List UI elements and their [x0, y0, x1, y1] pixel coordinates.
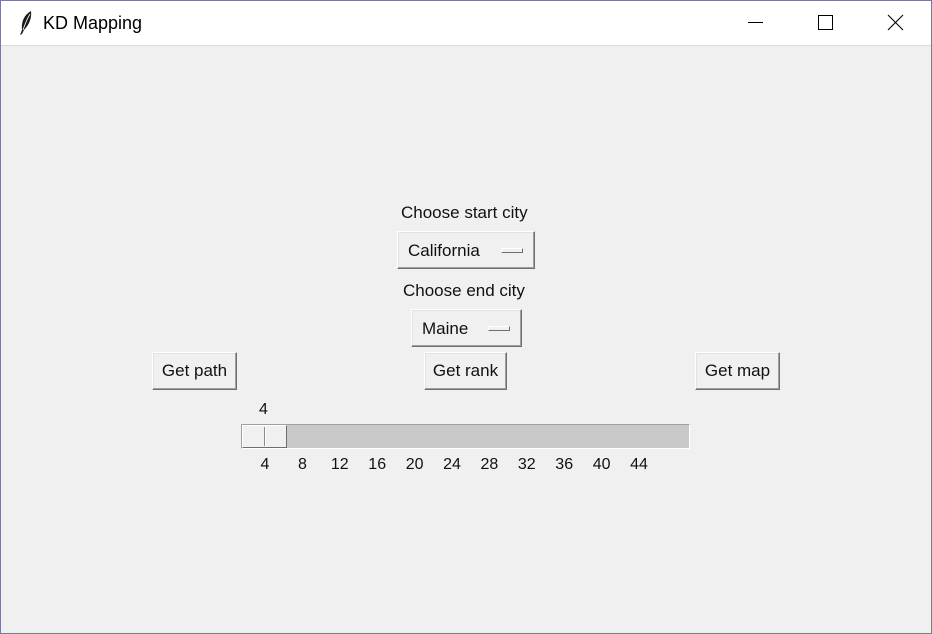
slider-tick-label: 20 — [405, 456, 424, 473]
maximize-button[interactable] — [802, 1, 848, 45]
minimize-icon — [748, 22, 763, 23]
slider-tick-label: 16 — [368, 456, 387, 473]
get-map-button[interactable]: Get map — [695, 352, 780, 390]
slider-handle[interactable] — [242, 425, 287, 448]
slider-tick-label: 8 — [297, 456, 307, 473]
slider-tick-label: 4 — [260, 456, 270, 473]
slider-tick-label: 44 — [630, 456, 648, 473]
slider-tick-label: 12 — [330, 456, 349, 473]
maximize-icon — [818, 15, 833, 30]
slider-trough[interactable] — [241, 424, 690, 449]
dropdown-indicator-icon — [501, 248, 523, 253]
window-title: KD Mapping — [43, 13, 143, 33]
get-rank-button[interactable]: Get rank — [424, 352, 507, 390]
slider-tick-label: 24 — [443, 456, 461, 473]
get-path-button[interactable]: Get path — [152, 352, 237, 390]
feather-icon — [16, 10, 36, 36]
slider-value: 4 — [259, 401, 268, 418]
start-city-value: California — [408, 241, 480, 260]
slider-tick-label: 40 — [592, 456, 611, 473]
slider-tick-label: 36 — [555, 456, 574, 473]
end-city-label: Choose end city — [403, 281, 525, 300]
title-bar[interactable]: KD Mapping — [1, 1, 931, 46]
start-city-dropdown[interactable]: California — [397, 231, 535, 269]
end-city-dropdown[interactable]: Maine — [411, 309, 522, 347]
minimize-button[interactable] — [732, 1, 778, 45]
close-icon — [887, 14, 904, 31]
app-window: KD Mapping Choose start city California … — [0, 0, 932, 634]
end-city-value: Maine — [422, 319, 469, 338]
slider-grip — [264, 427, 265, 446]
dropdown-indicator-icon — [488, 326, 510, 331]
close-button[interactable] — [872, 1, 918, 45]
start-city-label: Choose start city — [401, 203, 528, 222]
slider-tick-label: 28 — [480, 456, 499, 473]
slider-tick-label: 32 — [517, 456, 536, 473]
